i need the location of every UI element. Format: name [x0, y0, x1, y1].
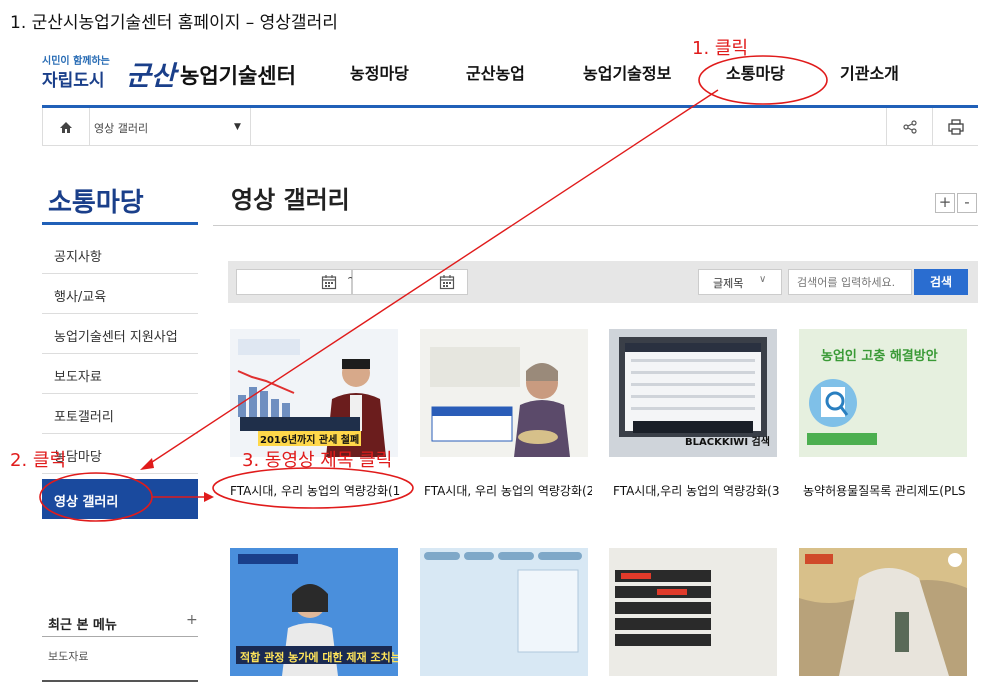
- video-thumbnail-1[interactable]: 2016년까지 관세 철폐: [230, 329, 398, 457]
- gnb-item-policy[interactable]: 농정마당: [350, 60, 409, 84]
- recent-menu-bottom-divider: [42, 680, 198, 682]
- video-thumbnail-4-text: 농업인 고충 해결방안: [821, 349, 938, 364]
- breadcrumb: 영상 갤러리 ▼: [42, 108, 978, 146]
- video-thumbnail-1-text: 2016년까지 관세 철폐: [258, 431, 362, 446]
- recent-menu-title: 최근 본 메뉴: [48, 618, 117, 633]
- home-button[interactable]: [42, 108, 90, 146]
- page-caption: 1. 군산시농업기술센터 홈페이지 – 영상갤러리: [10, 13, 338, 33]
- calendar-icon[interactable]: [321, 274, 337, 290]
- gnb-item-agri-tech[interactable]: 농업기술정보: [583, 60, 671, 84]
- breadcrumb-separator: [250, 108, 251, 146]
- video-title-4[interactable]: 농약허용물질목록 관리제도(PLS: [803, 482, 971, 499]
- annotation-step-3: 3. 동영상 제목 클릭: [242, 450, 393, 471]
- search-field-select[interactable]: 글제목 ∨: [698, 269, 782, 295]
- video-thumbnail-8[interactable]: [799, 548, 967, 676]
- video-thumbnail-5-text: 적합 관정 농가에 대한 제재 조치는: [240, 651, 398, 664]
- annotation-step-2: 2. 클릭: [10, 450, 67, 471]
- logo-city: 군산: [126, 61, 176, 92]
- home-icon: [60, 121, 72, 133]
- end-date-input[interactable]: [352, 269, 468, 295]
- video-thumbnail-3[interactable]: BLACKKIWI 검색: [609, 329, 777, 457]
- start-date-input[interactable]: [236, 269, 352, 295]
- page-title: 영상 갤러리: [231, 186, 350, 214]
- sidebar-item-events[interactable]: 행사/교육: [42, 274, 198, 314]
- search-button[interactable]: 검색: [914, 269, 968, 295]
- search-field-select-value: 글제목: [713, 277, 744, 290]
- video-thumbnail-7-art: [609, 548, 777, 676]
- recent-menu-item[interactable]: 보도자료: [48, 648, 88, 664]
- sidebar-title-underline: [42, 222, 198, 225]
- video-thumbnail-4[interactable]: 농업인 고충 해결방안: [799, 329, 967, 457]
- logo-slogan-top: 시민이 함께하는: [42, 56, 110, 67]
- sidebar-title: 소통마당: [48, 188, 144, 218]
- video-thumbnail-3-text: BLACKKIWI 검색: [685, 437, 770, 448]
- video-thumbnail-5[interactable]: 적합 관정 농가에 대한 제재 조치는: [230, 548, 398, 676]
- gnb-item-communication[interactable]: 소통마당: [726, 60, 785, 84]
- print-button[interactable]: [932, 108, 978, 146]
- video-title-3[interactable]: FTA시대,우리 농업의 역량강화(3: [613, 482, 779, 499]
- chevron-down-icon[interactable]: ▼: [234, 122, 241, 132]
- zoom-out-button[interactable]: -: [957, 193, 977, 213]
- content-title-divider: [213, 225, 978, 226]
- video-thumbnail-6-art: [420, 548, 588, 676]
- annotation-arrowhead-2: [204, 492, 214, 502]
- sidebar-item-notice[interactable]: 공지사항: [42, 234, 198, 274]
- search-input[interactable]: [788, 269, 912, 295]
- video-thumbnail-2[interactable]: [420, 329, 588, 457]
- gnb-item-gunsan-agri[interactable]: 군산농업: [466, 60, 525, 84]
- video-thumbnail-2-art: [420, 329, 588, 457]
- logo-org: 농업기술센터: [180, 64, 296, 88]
- print-icon: [947, 119, 964, 135]
- site-logo[interactable]: 시민이 함께하는 자립도시 군산 농업기술센터: [42, 52, 312, 100]
- video-title-1[interactable]: FTA시대, 우리 농업의 역량강화(1: [230, 482, 406, 499]
- video-thumbnail-8-art: [799, 548, 967, 676]
- search-panel: ~ 글제목 ∨ 검색: [228, 261, 978, 303]
- video-thumbnail-6[interactable]: [420, 548, 588, 676]
- share-button[interactable]: [886, 108, 932, 146]
- sidebar-item-photo[interactable]: 포토갤러리: [42, 394, 198, 434]
- share-icon: [902, 120, 917, 134]
- recent-menu-divider: [42, 636, 198, 637]
- sidebar-item-press[interactable]: 보도자료: [42, 354, 198, 394]
- logo-slogan-main: 자립도시: [42, 71, 105, 91]
- sidebar-item-video-gallery[interactable]: 영상 갤러리: [42, 479, 198, 519]
- gnb-item-about[interactable]: 기관소개: [840, 60, 899, 84]
- chevron-down-icon: ∨: [759, 274, 767, 285]
- video-title-2[interactable]: FTA시대, 우리 농업의 역량강화(2: [424, 482, 592, 499]
- calendar-icon[interactable]: [439, 274, 455, 290]
- video-thumbnail-7[interactable]: [609, 548, 777, 676]
- sidebar-item-support[interactable]: 농업기술센터 지원사업: [42, 314, 198, 354]
- recent-menu-expand-button[interactable]: +: [186, 612, 198, 628]
- breadcrumb-current[interactable]: 영상 갤러리: [94, 120, 148, 136]
- zoom-in-button[interactable]: +: [935, 193, 955, 213]
- annotation-step-1: 1. 클릭: [692, 38, 749, 59]
